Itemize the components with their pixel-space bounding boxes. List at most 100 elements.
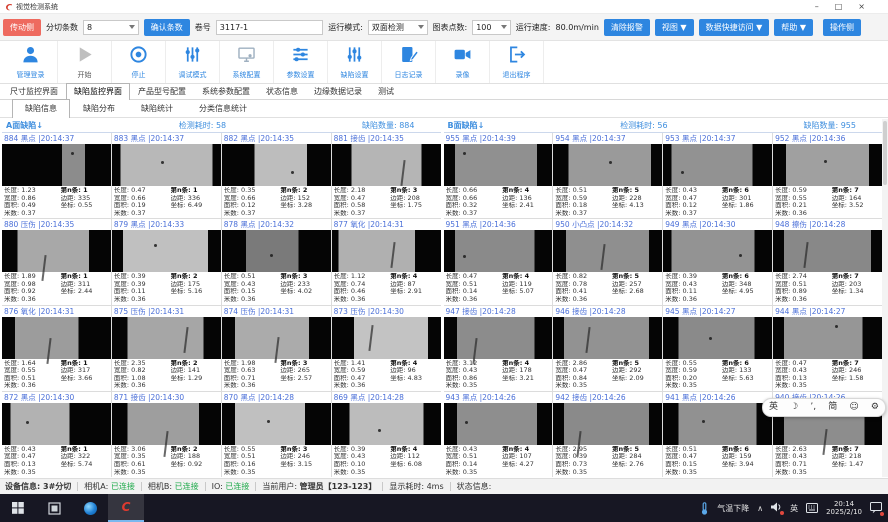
action-start[interactable]: 开始	[58, 41, 112, 83]
stat-strip-number: 第n条: 4	[502, 187, 550, 195]
tab-test[interactable]: 测试	[370, 83, 402, 99]
defect-cell-876[interactable]: 876 氧化 |20:14:31长度: 1.64宽度: 0.55面积: 0.51…	[2, 306, 111, 391]
defect-cell-877[interactable]: 877 氧化 |20:14:31长度: 1.12宽度: 0.74面积: 0.46…	[332, 219, 441, 304]
defect-cell-884[interactable]: 884 黑点 |20:14:37长度: 1.23宽度: 0.86面积: 0.49…	[2, 133, 111, 218]
slit-count-select[interactable]: 8	[83, 20, 139, 35]
defect-stats: 长度: 0.43宽度: 0.51面积: 0.14米数: 0.35第n条: 4边距…	[444, 445, 553, 477]
defect-cell-943[interactable]: 943 黑点 |20:14:26长度: 0.43宽度: 0.51面积: 0.14…	[444, 392, 553, 477]
camera-icon	[453, 45, 472, 68]
subtab-defect-distribution[interactable]: 缺陷分布	[70, 99, 128, 117]
defect-cell-952[interactable]: 952 黑点 |20:14:36长度: 0.59宽度: 0.55面积: 0.21…	[773, 133, 882, 218]
subtab-class-info-stats[interactable]: 分类信息统计	[186, 99, 260, 117]
run-mode-select[interactable]: 双面检测	[368, 20, 428, 35]
defect-cell-955[interactable]: 955 黑点 |20:14:39长度: 0.66宽度: 0.66面积: 0.32…	[444, 133, 553, 218]
language-indicator[interactable]: 英	[790, 503, 798, 514]
browser-icon	[84, 502, 97, 515]
grid-scrollbar[interactable]	[882, 119, 888, 477]
defect-cell-870[interactable]: 870 黑点 |20:14:28长度: 0.55宽度: 0.51面积: 0.16…	[222, 392, 331, 477]
defect-cell-875[interactable]: 875 压伤 |20:14:31长度: 2.35宽度: 0.82面积: 1.08…	[112, 306, 221, 391]
stat-margin: 边距: 133	[722, 367, 770, 375]
run-speed-value: 80.0m/min	[556, 23, 599, 32]
defect-cell-874[interactable]: 874 压伤 |20:14:31长度: 1.98宽度: 0.63面积: 0.71…	[222, 306, 331, 391]
taskbar-clock[interactable]: 20:14 2025/2/10	[826, 500, 862, 517]
defect-cell-949[interactable]: 949 黑点 |20:14:30长度: 0.39宽度: 0.43面积: 0.11…	[663, 219, 772, 304]
scrollbar-thumb[interactable]	[883, 121, 887, 185]
stat-strip-number: 第n条: 2	[171, 273, 219, 281]
defect-cell-882[interactable]: 882 黑点 |20:14:35长度: 0.35宽度: 0.66面积: 0.12…	[222, 133, 331, 218]
start-button[interactable]	[0, 494, 36, 522]
defect-cell-872[interactable]: 872 黑点 |20:14:30长度: 0.43宽度: 0.47面积: 0.13…	[2, 392, 111, 477]
defect-mark	[609, 161, 612, 164]
subtab-defect-info[interactable]: 缺陷信息	[12, 99, 70, 118]
action-stop[interactable]: 停止	[112, 41, 166, 83]
ime-lang-toggle[interactable]: 英	[769, 399, 778, 416]
drive-side-button[interactable]: 传动侧	[3, 19, 41, 36]
keyboard-icon[interactable]	[806, 503, 818, 513]
app-taskbar-button[interactable]: C	[108, 494, 144, 522]
action-system-config[interactable]: 系统配置	[220, 41, 274, 83]
ime-simplified-toggle[interactable]: 简	[828, 399, 837, 416]
minimize-icon[interactable]: –	[815, 3, 819, 11]
tab-product-model-config[interactable]: 产品型号配置	[130, 83, 194, 99]
cell-header: 877 氧化 |20:14:31	[332, 219, 441, 230]
action-label: 录像	[456, 70, 470, 80]
action-video-record[interactable]: 录像	[436, 41, 490, 83]
help-menu-button[interactable]: 帮助 ▼	[774, 19, 813, 36]
tab-defect-monitor[interactable]: 缺陷监控界面	[66, 83, 130, 100]
defect-cell-942[interactable]: 942 接齿 |20:14:26长度: 2.95宽度: 0.39面积: 0.73…	[553, 392, 662, 477]
ime-punctuation-toggle[interactable]: ’,	[810, 399, 816, 416]
action-exit-program[interactable]: 退出程序	[490, 41, 544, 83]
browser-button[interactable]	[72, 494, 108, 522]
defect-cell-871[interactable]: 871 接齿 |20:14:30长度: 3.06宽度: 0.35面积: 0.61…	[112, 392, 221, 477]
defect-cell-947[interactable]: 947 接齿 |20:14:28长度: 3.12宽度: 0.43面积: 0.86…	[444, 306, 553, 391]
defect-cell-950[interactable]: 950 小凸点 |20:14:32长度: 0.82宽度: 0.78面积: 0.4…	[553, 219, 662, 304]
subtab-defect-stats[interactable]: 缺陷统计	[128, 99, 186, 117]
volume-icon[interactable]	[771, 502, 782, 514]
close-icon[interactable]: ×	[858, 3, 865, 11]
defect-cell-941[interactable]: 941 黑点 |20:14:26长度: 0.51宽度: 0.47面积: 0.15…	[663, 392, 772, 477]
defect-cell-951[interactable]: 951 黑点 |20:14:36长度: 0.47宽度: 0.51面积: 0.14…	[444, 219, 553, 304]
stat-margin: 边距: 233	[280, 281, 328, 289]
defect-cell-873[interactable]: 873 压伤 |20:14:30长度: 1.41宽度: 0.59面积: 0.47…	[332, 306, 441, 391]
ime-emoji-icon[interactable]: ☺	[849, 399, 858, 416]
chart-points-select[interactable]: 100	[472, 20, 511, 35]
roll-number-input[interactable]: 3117-1	[216, 20, 323, 35]
action-debug-mode[interactable]: 调试模式	[166, 41, 220, 83]
panel-title[interactable]: B面缺陷↓	[448, 120, 485, 131]
operator-side-button[interactable]: 操作侧	[823, 19, 861, 36]
action-param-settings[interactable]: 参数设置	[274, 41, 328, 83]
tab-size-monitor[interactable]: 尺寸监控界面	[2, 83, 66, 99]
defect-cell-944[interactable]: 944 黑点 |20:14:27长度: 0.47宽度: 0.43面积: 0.13…	[773, 306, 882, 391]
tab-status-info[interactable]: 状态信息	[258, 83, 306, 99]
tab-system-param-config[interactable]: 系统参数配置	[194, 83, 258, 99]
defect-cell-880[interactable]: 880 压伤 |20:14:35长度: 1.89宽度: 0.98面积: 0.92…	[2, 219, 111, 304]
action-admin-login[interactable]: 管理登录	[4, 41, 58, 83]
tab-edge-data-record[interactable]: 边缘数据记录	[306, 83, 370, 99]
action-defect-settings[interactable]: 缺陷设置	[328, 41, 382, 83]
defect-cell-953[interactable]: 953 黑点 |20:14:37长度: 0.43宽度: 0.47面积: 0.12…	[663, 133, 772, 218]
defect-cell-881[interactable]: 881 接齿 |20:14:35长度: 2.18宽度: 0.47面积: 0.58…	[332, 133, 441, 218]
ime-settings-gear-icon[interactable]: ⚙	[871, 399, 879, 416]
ime-halfmoon-icon[interactable]: ☽	[790, 399, 798, 416]
notification-icon[interactable]	[870, 502, 882, 515]
defect-cell-954[interactable]: 954 黑点 |20:14:37长度: 0.51宽度: 0.59面积: 0.18…	[553, 133, 662, 218]
action-log-record[interactable]: 日志记录	[382, 41, 436, 83]
clear-alarm-button[interactable]: 清除报警	[604, 19, 650, 36]
panel-title[interactable]: A面缺陷↓	[6, 120, 43, 131]
defect-cell-946[interactable]: 946 接齿 |20:14:28长度: 2.86宽度: 0.47面积: 0.84…	[553, 306, 662, 391]
stat-length: 长度: 1.64	[4, 360, 61, 368]
quick-access-menu-button[interactable]: 数据快捷访问 ▼	[699, 19, 770, 36]
tray-expand-icon[interactable]: ∧	[757, 504, 763, 513]
stat-area: 面积: 0.19	[114, 202, 171, 210]
maximize-icon[interactable]: □	[835, 3, 843, 11]
weather-ticker[interactable]: 气温下降	[717, 503, 749, 514]
defect-cell-948[interactable]: 948 擦伤 |20:14:28长度: 2.74宽度: 0.51面积: 0.89…	[773, 219, 882, 304]
confirm-count-button[interactable]: 确认条数	[144, 19, 190, 36]
task-view-button[interactable]	[36, 494, 72, 522]
defect-cell-883[interactable]: 883 黑点 |20:14:37长度: 0.47宽度: 0.66面积: 0.19…	[112, 133, 221, 218]
defect-cell-878[interactable]: 878 黑点 |20:14:32长度: 0.51宽度: 0.43面积: 0.15…	[222, 219, 331, 304]
defect-cell-945[interactable]: 945 黑点 |20:14:27长度: 0.55宽度: 0.59面积: 0.20…	[663, 306, 772, 391]
view-menu-button[interactable]: 视图 ▼	[655, 19, 694, 36]
defect-cell-869[interactable]: 869 黑点 |20:14:28长度: 0.39宽度: 0.43面积: 0.10…	[332, 392, 441, 477]
defect-cell-879[interactable]: 879 黑点 |20:14:33长度: 0.39宽度: 0.39面积: 0.11…	[112, 219, 221, 304]
